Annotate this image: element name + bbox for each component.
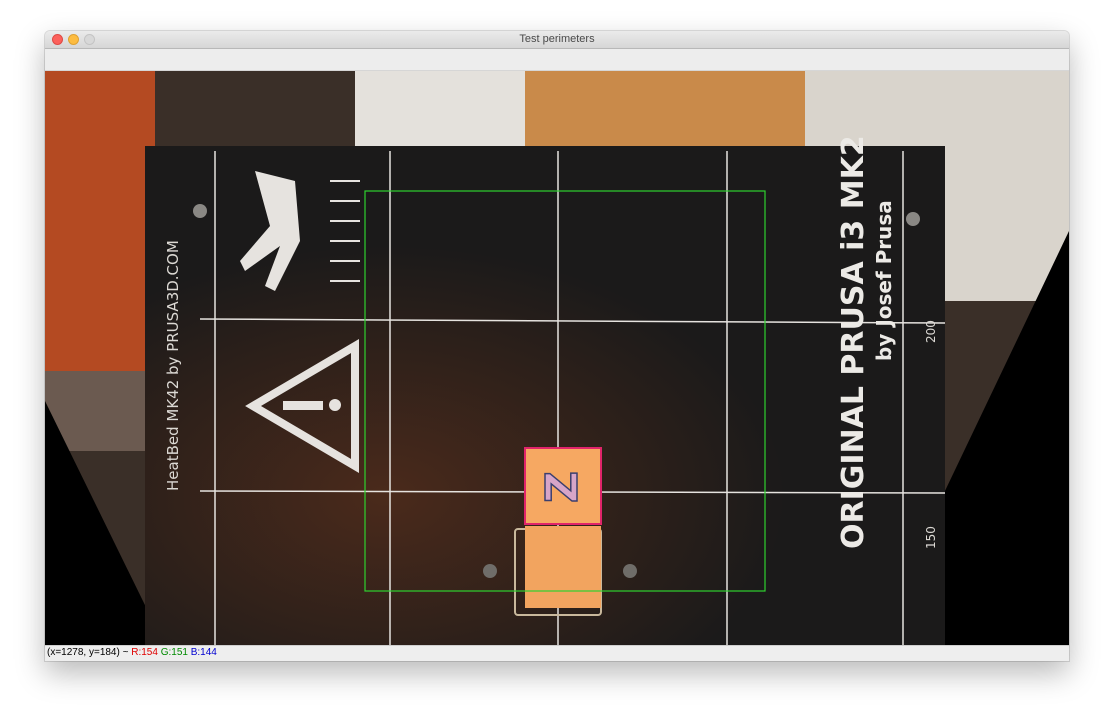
warning-dot <box>329 399 341 411</box>
status-bar: (x=1278, y=184) ~ R:154 G:151 B:144 <box>45 645 1069 661</box>
camera-image: HeatBed MK42 by PRUSA3D.COM ORIGINAL PRU… <box>45 71 1069 646</box>
screw <box>623 564 637 578</box>
author-label: by Josef Prusa <box>872 200 896 361</box>
screw <box>906 212 920 226</box>
window-title: Test perimeters <box>519 33 595 45</box>
title-bar[interactable]: Test perimeters <box>45 31 1069 49</box>
bed-model-label: HeatBed MK42 by PRUSA3D.COM <box>164 240 182 491</box>
scale-label-150: 150 <box>924 526 938 549</box>
screw <box>483 564 497 578</box>
image-canvas[interactable]: HeatBed MK42 by PRUSA3D.COM ORIGINAL PRU… <box>45 71 1069 646</box>
toolbar-area <box>45 49 1069 71</box>
orange-frame <box>45 71 155 371</box>
screw <box>193 204 207 218</box>
scale-label-200: 200 <box>924 320 938 343</box>
red-value: R:154 <box>131 647 158 658</box>
printed-part <box>525 526 601 608</box>
cursor-coordinates: (x=1278, y=184) ~ <box>47 647 132 658</box>
app-window: Test perimeters HeatBed MK42 by PRUSA3D.… <box>45 31 1069 661</box>
spool-holder <box>525 71 815 151</box>
blue-value: B:144 <box>190 647 217 658</box>
warning-mark <box>283 401 323 410</box>
brand-label: ORIGINAL PRUSA i3 MK2 <box>836 135 871 549</box>
green-value: G:151 <box>160 647 188 658</box>
part-letter: Z <box>537 471 588 503</box>
